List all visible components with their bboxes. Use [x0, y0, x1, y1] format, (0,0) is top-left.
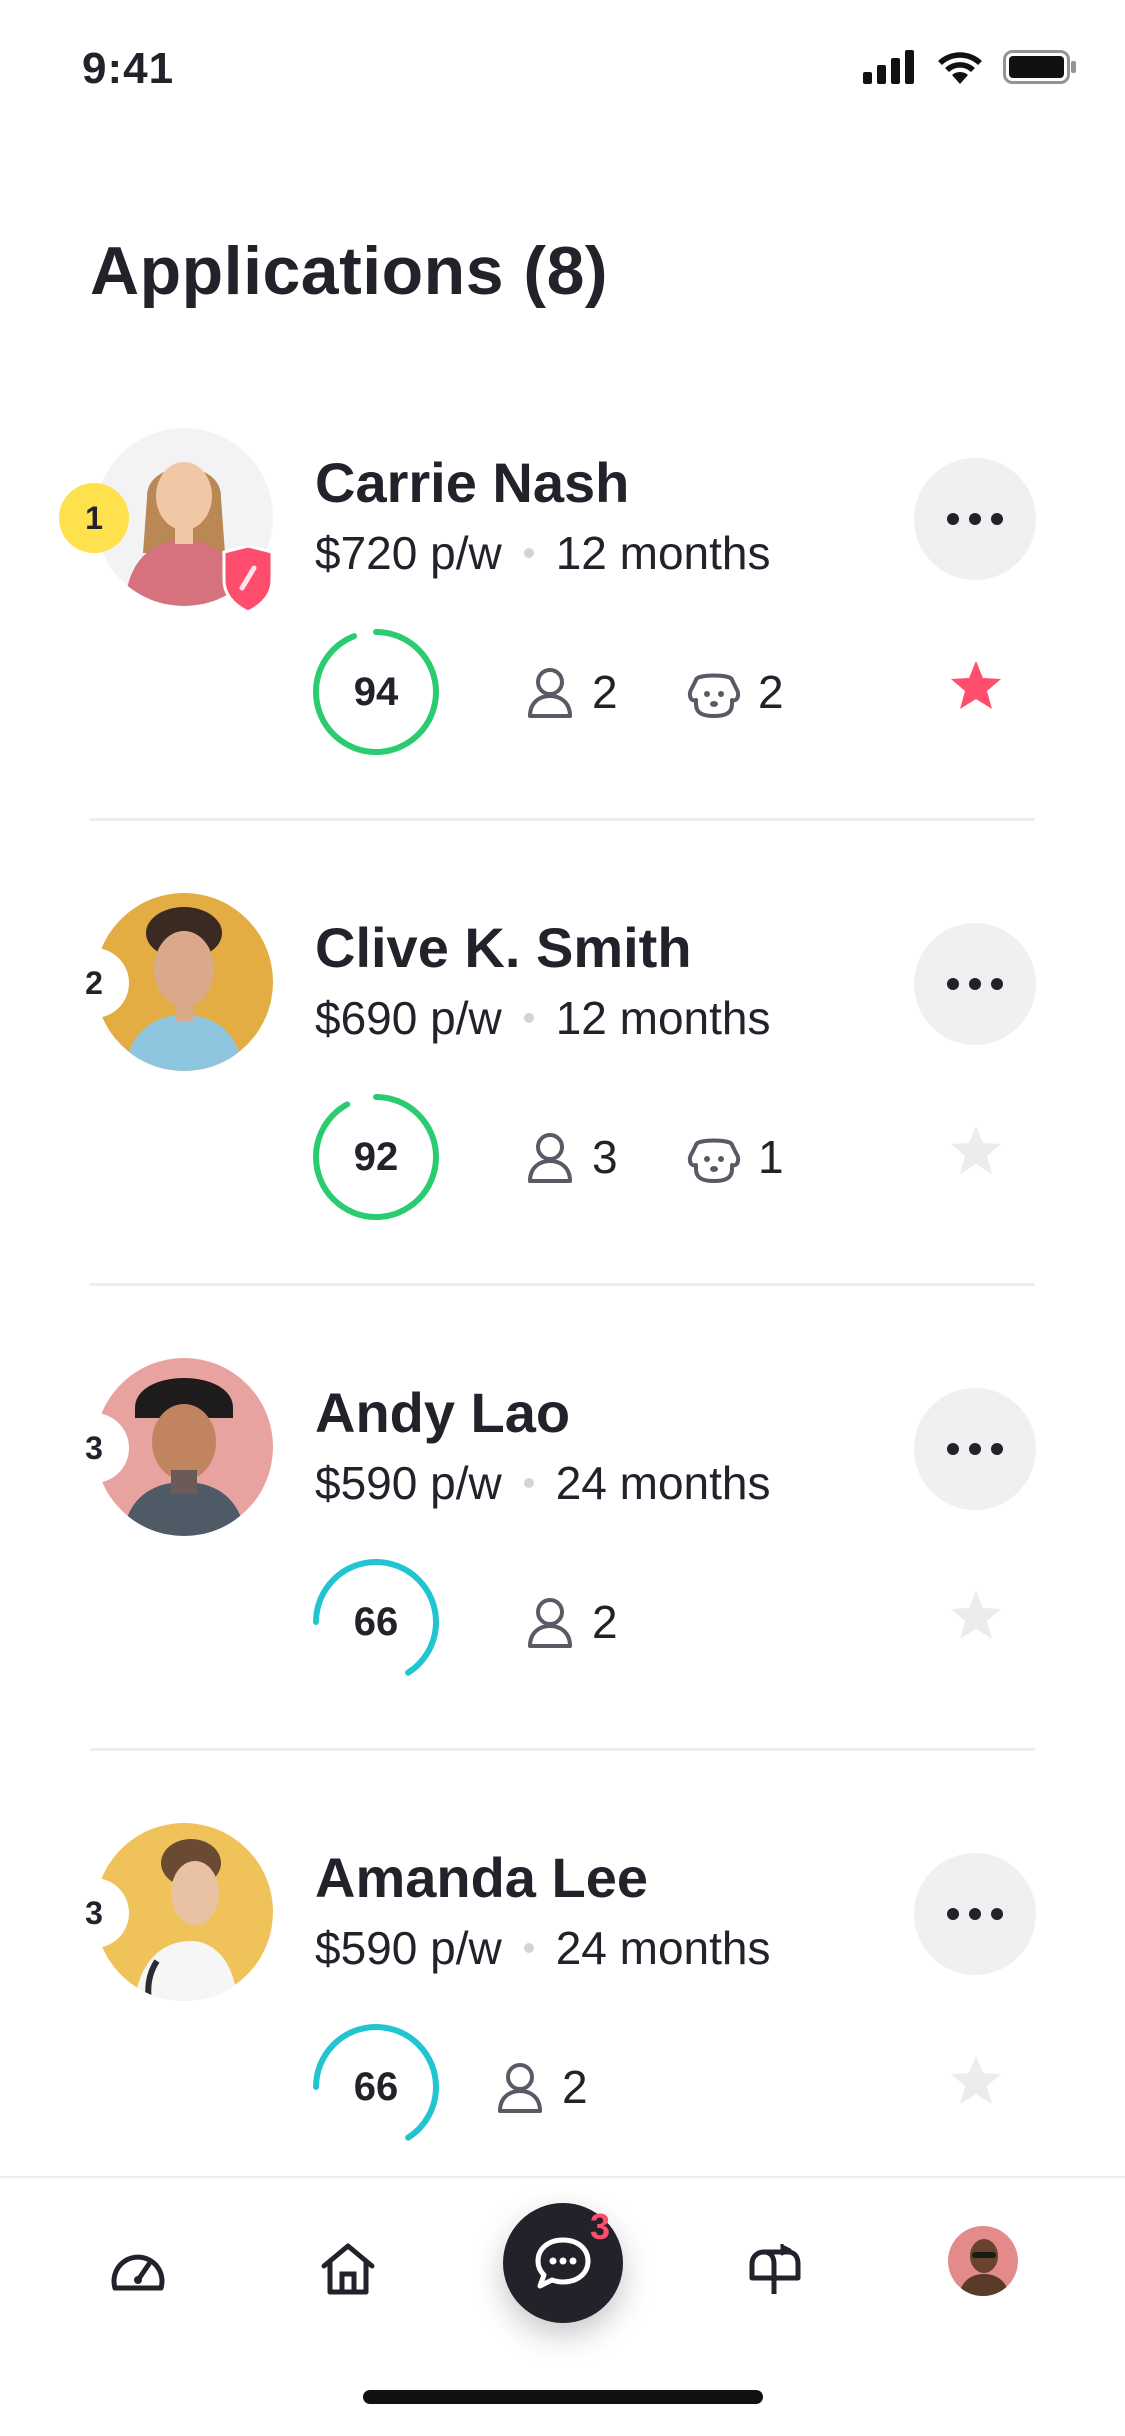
lease-term: 12 months: [555, 992, 771, 1044]
applicant-avatar[interactable]: 3: [59, 1823, 273, 2001]
rent-amount: $690 p/w: [315, 992, 502, 1044]
applicant-avatar[interactable]: 1: [59, 428, 274, 612]
score-value: 92: [353, 1134, 399, 1179]
status-icons: [863, 50, 1077, 84]
messages-badge: 3: [590, 2206, 611, 2247]
nav-profile-avatar[interactable]: [948, 2226, 1018, 2296]
pets-stat: 2: [684, 660, 784, 724]
divider: [90, 1748, 1035, 1751]
nav-dashboard[interactable]: [103, 2234, 173, 2304]
separator-dot: [523, 1478, 534, 1488]
score-value: 94: [353, 669, 399, 714]
more-options-button[interactable]: [914, 1853, 1036, 1975]
chat-icon: [535, 2237, 591, 2289]
verified-shield-icon: [222, 546, 274, 612]
battery-icon: [1003, 50, 1076, 84]
application-card[interactable]: 3 Andy Lao $590 p/w 24 months 66 2: [0, 1358, 1125, 1823]
lease-term: 12 months: [555, 527, 771, 579]
applicant-name: Amanda Lee: [315, 1846, 648, 1909]
dog-icon: [687, 673, 741, 718]
favorite-star-icon[interactable]: [948, 1588, 1004, 1644]
occupants-stat: 3: [522, 1125, 618, 1189]
more-options-button[interactable]: [914, 458, 1036, 580]
occupants-count: 3: [592, 1131, 618, 1183]
status-bar: 9:41: [0, 0, 1125, 140]
mailbox-icon: [749, 2244, 801, 2294]
person-icon: [498, 2063, 542, 2113]
divider: [90, 818, 1035, 821]
page-title: Applications (8): [90, 233, 609, 309]
bottom-navigation: 3: [0, 2176, 1125, 2436]
application-card[interactable]: 1 Carrie Nash $720 p/w 12 months 94 2 2: [0, 428, 1125, 893]
wifi-icon: [938, 52, 982, 84]
application-card[interactable]: 2 Clive K. Smith $690 p/w 12 months 92 3…: [0, 893, 1125, 1358]
applicant-terms: $590 p/w 24 months: [315, 1921, 771, 1975]
score-value: 66: [353, 1599, 399, 1644]
divider: [90, 1283, 1035, 1286]
separator-dot: [523, 1943, 534, 1953]
pets-count: 1: [758, 1131, 784, 1183]
dashboard-icon: [111, 2254, 165, 2291]
signal-icon: [863, 50, 914, 84]
rent-amount: $720 p/w: [315, 527, 502, 579]
rent-amount: $590 p/w: [315, 1922, 502, 1974]
favorite-star-icon[interactable]: [948, 1123, 1004, 1179]
occupants-stat: 2: [492, 2055, 588, 2119]
applicant-avatar[interactable]: 2: [59, 893, 273, 1071]
score-ring: 92: [310, 1091, 442, 1223]
status-time: 9:41: [82, 44, 175, 93]
applicant-name: Clive K. Smith: [315, 916, 692, 979]
favorite-star-icon[interactable]: [948, 2053, 1004, 2109]
pets-stat: 1: [684, 1125, 784, 1189]
home-icon: [321, 2243, 375, 2295]
applicant-avatar[interactable]: 3: [59, 1358, 273, 1536]
rent-amount: $590 p/w: [315, 1457, 502, 1509]
score-ring: 94: [310, 626, 442, 758]
dog-icon: [687, 1138, 741, 1183]
more-options-button[interactable]: [914, 923, 1036, 1045]
nav-home[interactable]: [313, 2234, 383, 2304]
occupants-count: 2: [592, 666, 618, 718]
rank-badge: 1: [59, 483, 129, 553]
applicant-terms: $720 p/w 12 months: [315, 526, 771, 580]
score-ring: 66: [310, 1556, 442, 1688]
occupants-count: 2: [592, 1596, 618, 1648]
rank-badge: 3: [59, 1878, 129, 1948]
applicant-name: Andy Lao: [315, 1381, 571, 1444]
applicant-terms: $690 p/w 12 months: [315, 991, 771, 1045]
separator-dot: [523, 1013, 534, 1023]
occupants-count: 2: [562, 2061, 588, 2113]
favorite-star-icon[interactable]: [948, 658, 1004, 714]
lease-term: 24 months: [555, 1922, 771, 1974]
nav-mailbox[interactable]: [738, 2234, 808, 2304]
pets-count: 2: [758, 666, 784, 718]
applicant-name: Carrie Nash: [315, 451, 630, 514]
occupants-stat: 2: [522, 1590, 618, 1654]
score-ring: 66: [310, 2021, 442, 2153]
occupants-stat: 2: [522, 660, 618, 724]
separator-dot: [523, 548, 534, 558]
home-indicator: [363, 2390, 763, 2404]
rank-badge: 2: [59, 948, 129, 1018]
person-icon: [528, 668, 572, 718]
person-icon: [528, 1598, 572, 1648]
more-options-button[interactable]: [914, 1388, 1036, 1510]
score-value: 66: [353, 2064, 399, 2109]
applicant-terms: $590 p/w 24 months: [315, 1456, 771, 1510]
person-icon: [528, 1133, 572, 1183]
rank-badge: 3: [59, 1413, 129, 1483]
lease-term: 24 months: [555, 1457, 771, 1509]
